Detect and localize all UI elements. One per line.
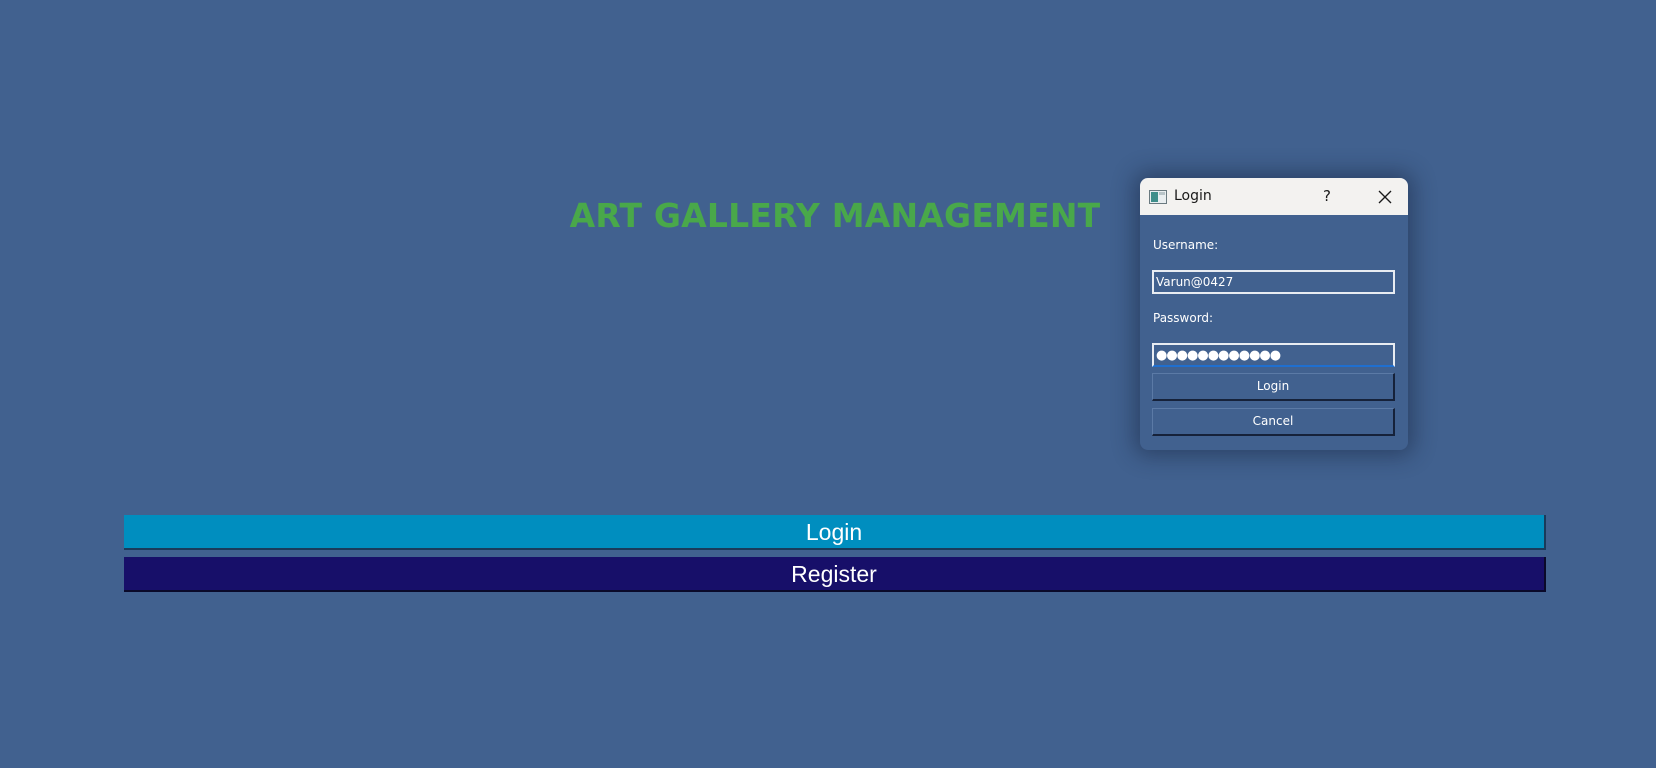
login-dialog: Login ? Username: Password: Login Cancel — [1140, 178, 1408, 450]
close-button[interactable] — [1362, 178, 1408, 215]
password-label: Password: — [1153, 311, 1214, 325]
dialog-titlebar[interactable]: Login ? — [1140, 178, 1408, 215]
main-login-button[interactable]: Login — [124, 515, 1546, 550]
dialog-title: Login — [1174, 188, 1212, 204]
dialog-cancel-button[interactable]: Cancel — [1152, 408, 1395, 436]
close-icon — [1378, 190, 1392, 204]
main-register-button[interactable]: Register — [124, 557, 1546, 592]
main-window: ART GALLERY MANAGEMENT Login Register Lo… — [0, 0, 1656, 768]
dialog-login-button[interactable]: Login — [1152, 373, 1395, 401]
password-input[interactable] — [1152, 343, 1395, 367]
help-button[interactable]: ? — [1309, 178, 1345, 215]
username-input[interactable] — [1152, 270, 1395, 294]
username-label: Username: — [1153, 238, 1219, 252]
window-app-icon — [1149, 189, 1167, 204]
